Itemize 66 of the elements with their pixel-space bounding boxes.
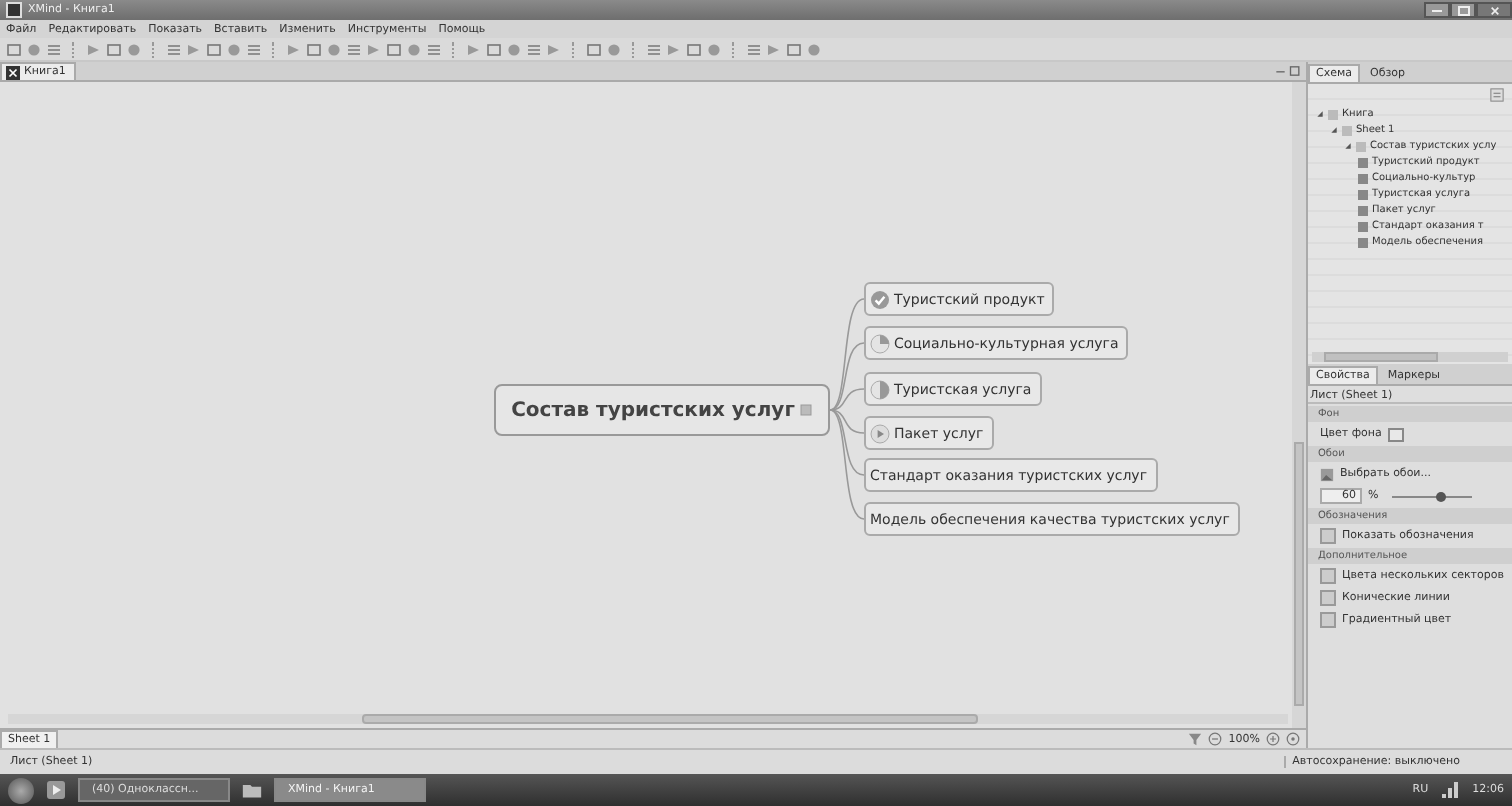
arrow-icon[interactable] (366, 41, 382, 57)
square-icon[interactable] (686, 41, 702, 57)
square-icon[interactable] (486, 41, 502, 57)
arrow-icon[interactable] (546, 41, 562, 57)
expand-arrow-icon[interactable] (1330, 126, 1338, 134)
square-icon[interactable] (786, 41, 802, 57)
note-icon (800, 404, 813, 416)
pie-icon (870, 379, 890, 399)
circle-icon[interactable] (226, 41, 242, 57)
horizontal-scrollbar[interactable] (1312, 352, 1508, 362)
checkbox[interactable] (1320, 568, 1336, 584)
close-icon (1489, 5, 1499, 15)
signal-icon[interactable] (1440, 780, 1461, 800)
lines-icon[interactable] (646, 41, 662, 57)
zoom-out-icon[interactable] (1208, 732, 1223, 746)
arrow-icon[interactable] (186, 41, 202, 57)
vertical-scrollbar[interactable] (1292, 82, 1306, 728)
lines-icon[interactable] (166, 41, 182, 57)
circle-icon[interactable] (606, 41, 622, 57)
square-icon[interactable] (206, 41, 222, 57)
checkbox[interactable] (1320, 528, 1336, 544)
square-icon[interactable] (306, 41, 322, 57)
central-topic[interactable]: Состав туристских услуг (494, 384, 830, 436)
arrow-icon[interactable] (766, 41, 782, 57)
circle-icon[interactable] (506, 41, 522, 57)
check-circle-icon (870, 289, 890, 309)
circle-icon[interactable] (26, 41, 42, 57)
lines-icon[interactable] (526, 41, 542, 57)
circle-icon[interactable] (326, 41, 342, 57)
expand-arrow-icon[interactable] (1344, 142, 1352, 150)
zoom-fit-icon[interactable] (1286, 732, 1300, 746)
pie-icon (870, 333, 890, 353)
lines-icon[interactable] (46, 41, 62, 57)
minimize-maximize-icons[interactable] (1274, 66, 1302, 76)
circle-icon[interactable] (806, 41, 822, 57)
image-icon (1320, 467, 1334, 481)
folder-icon[interactable] (242, 780, 262, 800)
square-icon[interactable] (106, 41, 122, 57)
lines-icon[interactable] (426, 41, 442, 57)
square-icon[interactable] (586, 41, 602, 57)
lines-icon[interactable] (246, 41, 262, 57)
circle-icon[interactable] (126, 41, 142, 57)
close-button[interactable] (1476, 2, 1512, 18)
play-icon (870, 423, 890, 443)
arrow-icon[interactable] (466, 41, 482, 57)
circle-icon[interactable] (706, 41, 722, 57)
arrow-icon[interactable] (86, 41, 102, 57)
lines-icon[interactable] (346, 41, 362, 57)
arrow-icon[interactable] (286, 41, 302, 57)
minimize-button[interactable] (1424, 2, 1450, 18)
cross-icon (6, 65, 20, 79)
start-button[interactable] (8, 777, 34, 803)
square-icon[interactable] (6, 41, 22, 57)
zoom-in-icon[interactable] (1266, 732, 1280, 746)
color-swatch[interactable] (1387, 427, 1404, 441)
lines-icon[interactable] (746, 41, 762, 57)
expand-arrow-icon[interactable] (1316, 110, 1324, 118)
horizontal-scrollbar[interactable] (8, 714, 1288, 724)
play-icon[interactable] (46, 780, 66, 800)
tree-view-icon[interactable] (1490, 88, 1504, 102)
square-icon[interactable] (386, 41, 402, 57)
circle-icon[interactable] (406, 41, 422, 57)
checkbox[interactable] (1320, 590, 1336, 606)
checkbox[interactable] (1320, 612, 1336, 628)
arrow-icon[interactable] (666, 41, 682, 57)
maximize-button[interactable] (1450, 2, 1476, 18)
